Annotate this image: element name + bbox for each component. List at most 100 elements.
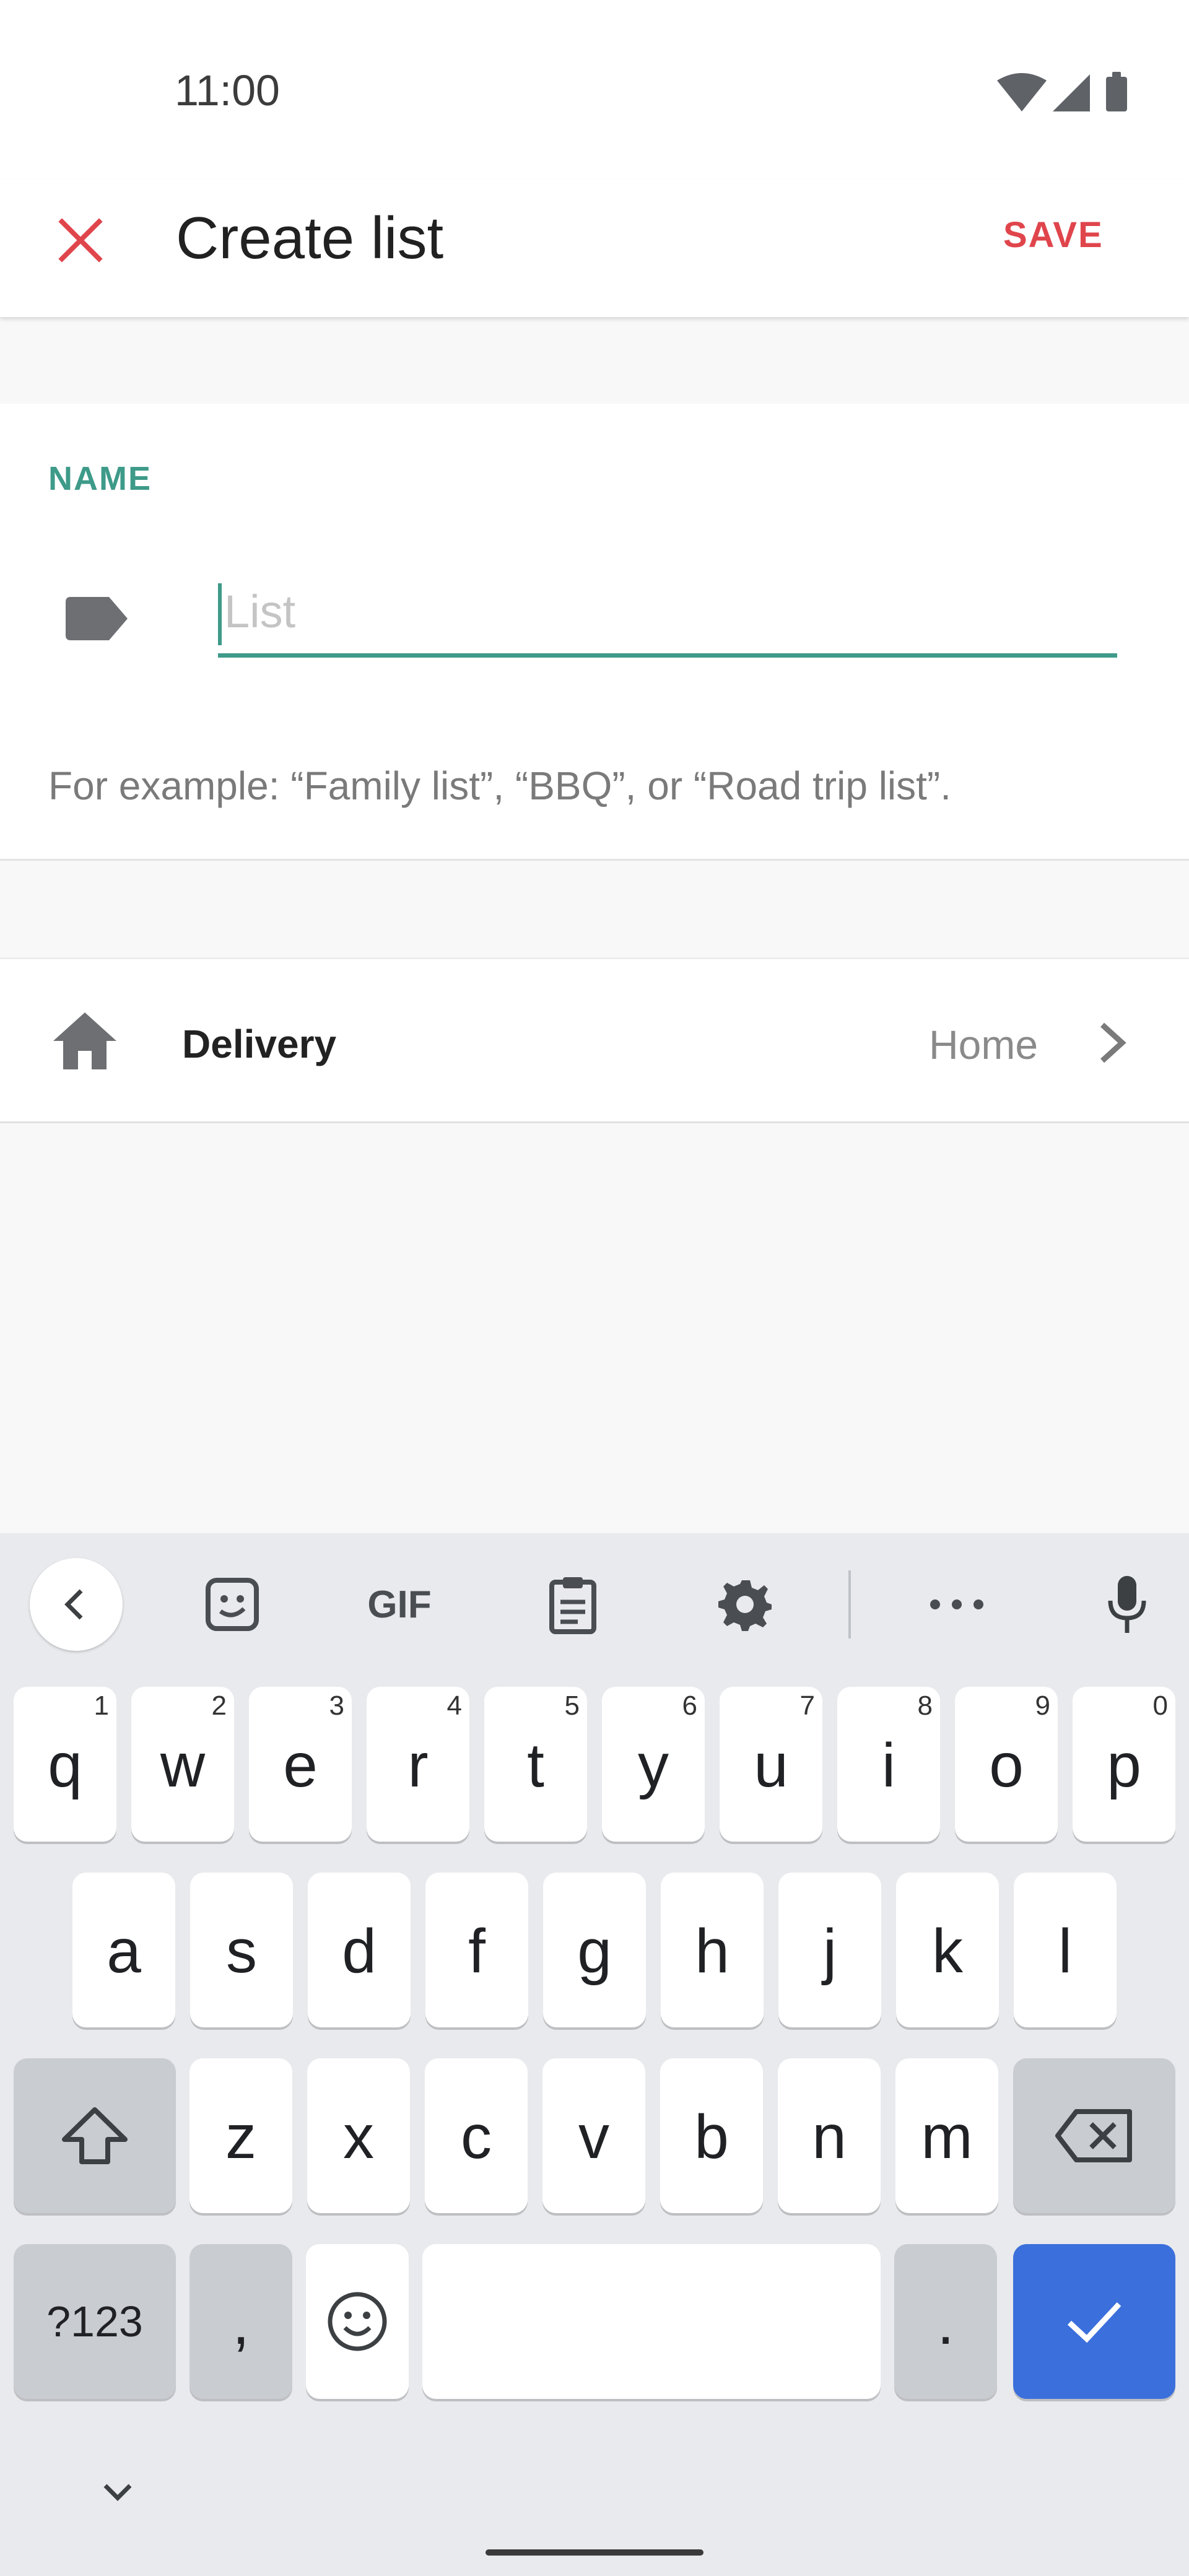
key-q-hint: 1 [94,1690,109,1721]
key-v-label: v [578,2102,609,2172]
key-m[interactable]: m [895,2058,998,2213]
gif-icon: GIF [367,1583,432,1626]
key-u[interactable]: u7 [720,1687,822,1842]
key-d-label: d [342,1916,377,1986]
battery-icon [1106,72,1127,111]
key-e[interactable]: e3 [249,1687,352,1842]
sticker-icon [206,1578,259,1631]
key-e-hint: 3 [329,1690,344,1721]
key-u-hint: 7 [799,1690,815,1721]
chevron-right-icon [1100,1022,1126,1063]
shift-key[interactable] [14,2058,176,2213]
keyboard-toolbar: GIF [0,1533,1189,1676]
settings-button[interactable] [699,1558,791,1651]
wifi-icon [997,73,1047,111]
key-h-label: h [695,1916,730,1986]
symbols-key[interactable]: ?123 [14,2244,176,2399]
key-i[interactable]: i8 [837,1687,940,1842]
period-key[interactable]: . [894,2244,997,2399]
delivery-label: Delivery [182,1022,337,1066]
list-name-input[interactable] [224,577,1110,645]
key-q[interactable]: q1 [14,1687,116,1842]
key-y-hint: 6 [682,1690,697,1721]
key-a-label: a [107,1916,141,1986]
toolbar-divider [848,1570,851,1638]
key-f[interactable]: f [425,1873,528,2027]
clipboard-icon [549,1577,596,1634]
text-cursor [218,583,222,645]
key-p[interactable]: p0 [1073,1687,1175,1842]
key-d[interactable]: d [308,1873,411,2027]
key-w-label: w [160,1730,206,1800]
key-e-label: e [283,1730,318,1800]
key-h[interactable]: h [661,1873,764,2027]
key-s-label: s [226,1916,257,1986]
key-r[interactable]: r4 [367,1687,469,1842]
key-v[interactable]: v [542,2058,645,2213]
soft-keyboard: GIF q 1 w 2 e 3 r 4 t 5 y 6 u 7 i 8 o 9 … [0,1533,1189,2576]
backspace-icon [1055,2109,1132,2162]
mic-icon [1108,1576,1146,1633]
save-button[interactable]: SAVE [1003,214,1104,256]
shift-icon [62,2107,128,2164]
key-x[interactable]: x [307,2058,410,2213]
comma-key-label: , [232,2287,250,2357]
key-w[interactable]: w2 [131,1687,234,1842]
key-p-label: p [1107,1730,1141,1800]
home-icon [53,1012,116,1069]
comma-key[interactable]: , [189,2244,292,2399]
key-s[interactable]: s [190,1873,293,2027]
more-icon [930,1599,983,1609]
back-icon [64,1589,83,1620]
clipboard-button[interactable] [526,1558,619,1651]
example-hint-text: For example: “Family list”, “BBQ”, or “R… [48,764,951,808]
hide-keyboard-icon[interactable] [93,2474,142,2512]
key-c[interactable]: c [425,2058,528,2213]
key-r-label: r [407,1730,429,1800]
key-g-label: g [577,1916,612,1986]
emoji-key[interactable] [306,2244,409,2399]
gif-button[interactable]: GIF [353,1558,446,1651]
space-key[interactable] [422,2244,881,2399]
delivery-value: Home [929,1022,1039,1068]
backspace-key[interactable] [1013,2058,1175,2213]
keyboard-back-button[interactable] [30,1558,123,1651]
key-x-label: x [343,2102,374,2172]
key-l[interactable]: l [1014,1873,1117,2027]
key-o[interactable]: o9 [955,1687,1058,1842]
key-n-label: n [812,2102,847,2172]
key-j-label: j [822,1916,837,1986]
key-b[interactable]: b [660,2058,763,2213]
name-input-container [218,571,1117,658]
key-j[interactable]: j [778,1873,881,2027]
key-a[interactable]: a [72,1873,175,2027]
key-t[interactable]: t5 [484,1687,587,1842]
checkmark-icon [1067,2302,1121,2343]
gesture-nav-handle[interactable] [486,2549,703,2556]
settings-icon [718,1580,772,1631]
close-button[interactable] [43,203,118,277]
period-key-label: . [937,2287,954,2357]
key-n[interactable]: n [778,2058,881,2213]
enter-key[interactable] [1013,2244,1175,2399]
emoji-icon [328,2292,387,2351]
key-o-hint: 9 [1035,1690,1050,1721]
key-f-label: f [468,1916,486,1986]
signal-icon [1053,74,1090,111]
name-card: NAME For example: “Family list”, “BBQ”, … [0,404,1189,861]
name-section-label: NAME [48,460,152,497]
key-z[interactable]: z [189,2058,292,2213]
key-y[interactable]: y6 [602,1687,705,1842]
key-r-hint: 4 [446,1690,462,1721]
key-b-label: b [694,2102,729,2172]
sticker-button[interactable] [186,1558,279,1651]
key-y-label: y [638,1730,669,1800]
delivery-row[interactable]: Delivery Home [0,957,1189,1123]
status-icons [997,72,1127,111]
more-button[interactable] [910,1558,1003,1651]
key-w-hint: 2 [211,1690,227,1721]
mic-button[interactable] [1081,1558,1174,1651]
key-k[interactable]: k [896,1873,999,2027]
page-title: Create list [176,205,444,271]
key-g[interactable]: g [543,1873,646,2027]
